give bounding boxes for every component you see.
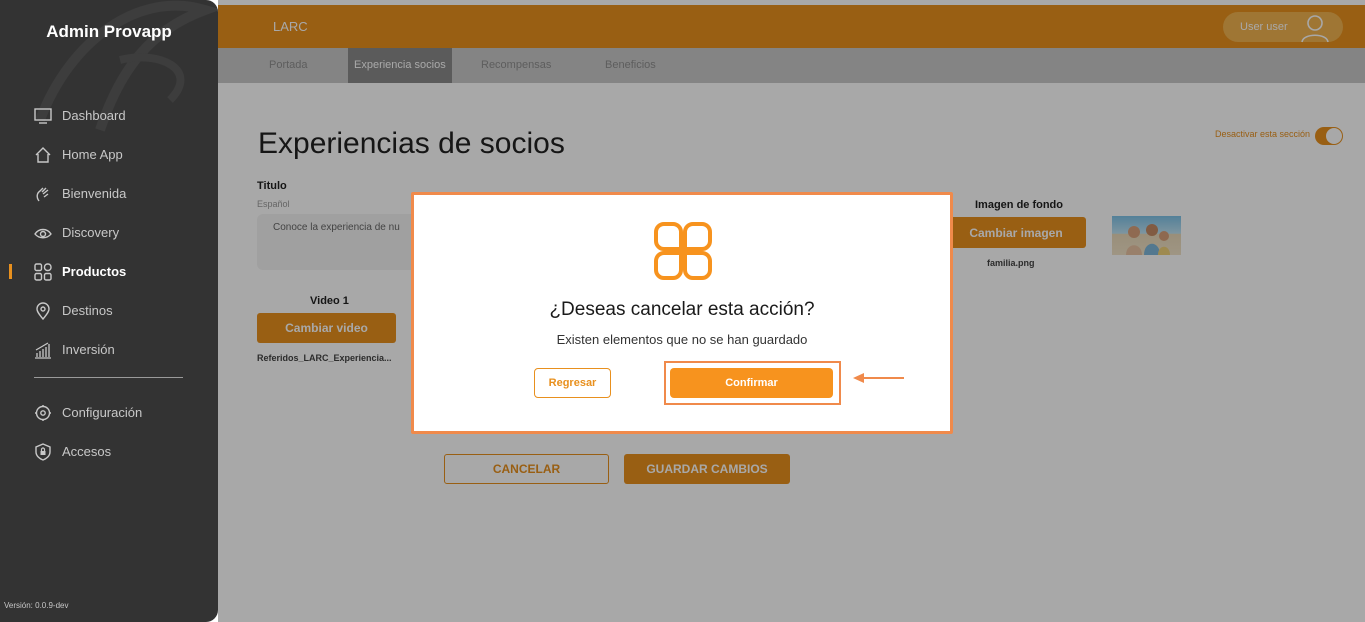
back-button[interactable]: Regresar [534, 368, 611, 398]
sidebar-item-bienvenida[interactable]: Bienvenida [0, 174, 218, 213]
arrow-left-icon [852, 370, 906, 391]
sidebar-divider [34, 377, 183, 378]
sidebar-item-destinos[interactable]: Destinos [0, 291, 218, 330]
sidebar-nav-secondary: Configuración Accesos [0, 393, 218, 471]
app-brand: Admin Provapp [46, 22, 172, 41]
sidebar-item-productos[interactable]: Productos [0, 252, 218, 291]
sidebar-nav: Dashboard Home App Bienvenida Discovery … [0, 96, 218, 369]
sidebar-item-discovery[interactable]: Discovery [0, 213, 218, 252]
dialog-title: ¿Deseas cancelar esta acción? [549, 299, 815, 320]
sidebar-item-label: Inversión [62, 342, 115, 357]
location-pin-icon [34, 301, 52, 320]
shield-lock-icon [34, 442, 52, 461]
house-icon [34, 146, 52, 164]
sidebar-item-label: Destinos [62, 303, 113, 318]
sidebar-item-inversion[interactable]: Inversión [0, 330, 218, 369]
sidebar-item-label: Productos [62, 264, 127, 279]
confirm-button[interactable]: Confirmar [670, 368, 833, 398]
sidebar-item-dashboard[interactable]: Dashboard [0, 96, 218, 135]
sidebar: Admin Provapp Dashboard Home App Bienven… [0, 0, 218, 622]
waving-hand-icon [34, 185, 52, 203]
sidebar-item-label: Bienvenida [62, 186, 127, 201]
sidebar-item-accesos[interactable]: Accesos [0, 432, 218, 471]
bar-chart-icon [34, 341, 52, 359]
monitor-icon [34, 107, 52, 125]
sidebar-item-label: Accesos [62, 444, 112, 459]
sidebar-item-configuracion[interactable]: Configuración [0, 393, 218, 432]
grid-icon [34, 262, 52, 281]
sidebar-item-label: Discovery [62, 225, 120, 240]
sidebar-item-label: Home App [62, 147, 123, 162]
provapp-logo-icon [654, 222, 712, 285]
gear-icon [34, 404, 52, 422]
dialog-message: Existen elementos que no se han guardado [556, 332, 808, 347]
sidebar-item-home-app[interactable]: Home App [0, 135, 218, 174]
sidebar-item-label: Configuración [62, 405, 143, 420]
eye-icon [34, 224, 52, 242]
confirm-cancel-dialog: ¿Deseas cancelar esta acción? Existen el… [411, 192, 953, 434]
sidebar-item-label: Dashboard [62, 108, 126, 123]
app-version: Versión: 0.0.9-dev [4, 601, 69, 610]
